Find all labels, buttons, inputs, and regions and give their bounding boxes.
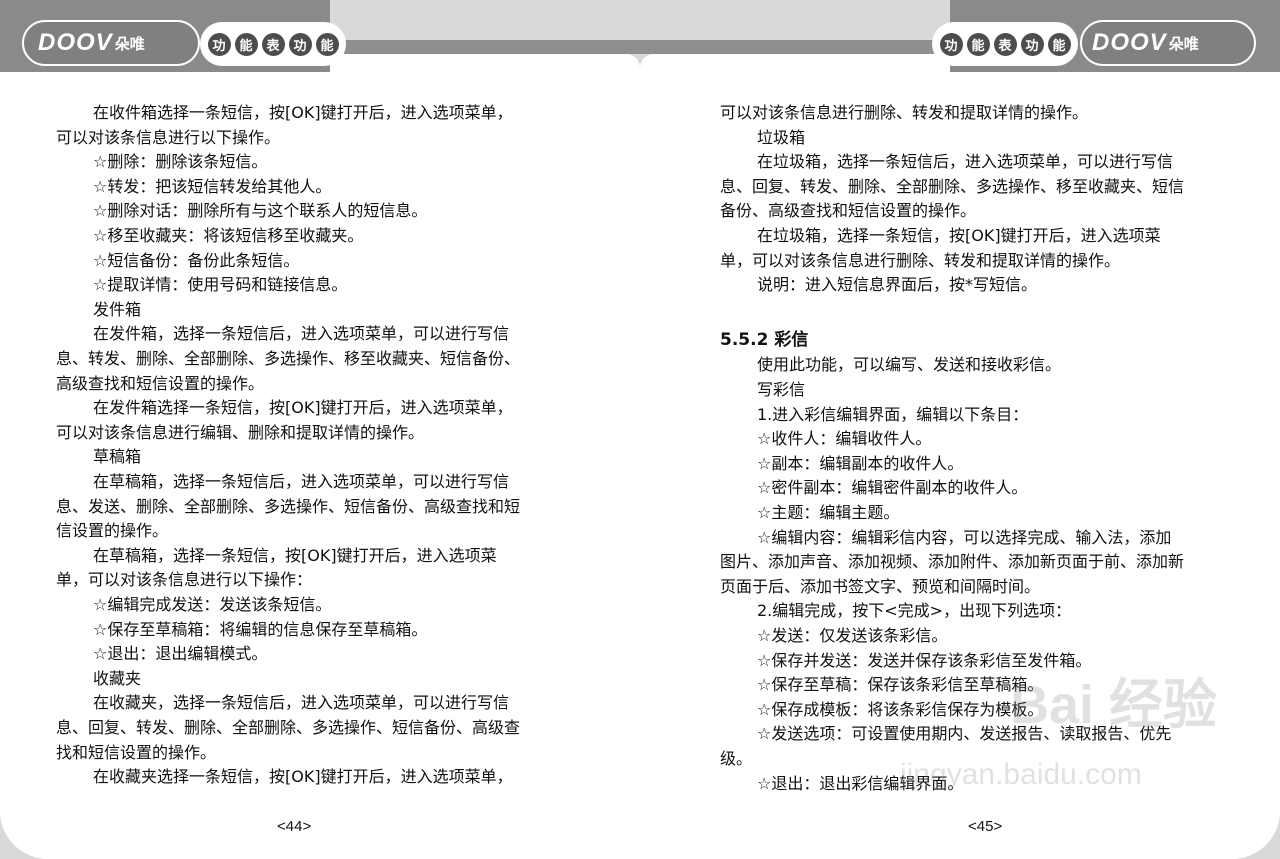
text-line: 备份、高级查找和短信设置的操作。 — [720, 201, 977, 221]
text-line: 在草稿箱，选择一条短信，按[OK]键打开后，进入选项菜 — [93, 545, 497, 565]
text-line: 可以对该条信息进行编辑、删除和提取详情的操作。 — [56, 422, 425, 442]
text-line: ☆保存至草稿箱：将编辑的信息保存至草稿箱。 — [93, 619, 428, 639]
text-line: ☆编辑内容：编辑彩信内容，可以选择完成、输入法，添加 — [757, 527, 1172, 547]
section-char: 能 — [1047, 32, 1071, 56]
text-line: ☆编辑完成发送：发送该条短信。 — [93, 595, 332, 614]
text-line: ☆删除：删除该条短信。 — [93, 152, 268, 172]
text-line: 可以对该条信息进行以下操作。 — [56, 127, 281, 147]
subheading: 发件箱 — [93, 299, 142, 319]
text-line: ☆移至收藏夹：将该短信移至收藏夹。 — [93, 226, 364, 245]
subheading: 收藏夹 — [93, 668, 142, 688]
right-page-top-edge — [640, 54, 950, 72]
text-line: 息、发送、删除、全部删除、多选操作、短信备份、高级查找和短 — [56, 496, 521, 516]
text-line: 息、转发、删除、全部删除、多选操作、移至收藏夹、短信备份、 — [56, 349, 521, 368]
text-line: 在垃圾箱，选择一条短信，按[OK]键打开后，进入选项菜 — [757, 226, 1161, 245]
text-line: ☆副本：编辑副本的收件人。 — [757, 453, 964, 473]
section-char: 表 — [261, 32, 285, 56]
doov-logo-right: DOOV 朵唯 — [1080, 20, 1256, 66]
subheading: 草稿箱 — [93, 447, 142, 467]
doov-logo-left: DOOV 朵唯 — [22, 20, 200, 66]
section-label-left: 功 能 表 功 能 — [200, 22, 346, 66]
watermark-url: jingyan.baidu.com — [900, 758, 1142, 791]
text-line: 高级查找和短信设置的操作。 — [56, 373, 265, 393]
text-line: 在发件箱选择一条短信，按[OK]键打开后，进入选项菜单， — [93, 398, 513, 418]
brand-cn: 朵唯 — [114, 34, 145, 53]
text-line: ☆密件副本：编辑密件副本的收件人。 — [757, 478, 1028, 498]
section-char: 能 — [234, 32, 258, 56]
section-char: 功 — [1020, 32, 1044, 56]
section-char: 功 — [939, 32, 963, 56]
section-char: 功 — [288, 32, 312, 56]
brand-latin: DOOV — [38, 29, 113, 56]
text-line: 单，可以对该条信息进行以下操作： — [56, 570, 313, 590]
text-line: 图片、添加声音、添加视频、添加附件、添加新页面于前、添加新 — [720, 552, 1185, 572]
text-line: 级。 — [720, 749, 753, 768]
text-line: 在收藏夹选择一条短信，按[OK]键打开后，进入选项菜单， — [93, 767, 513, 787]
text-line: ☆发送：仅发送该条彩信。 — [757, 626, 948, 645]
text-line: 使用此功能，可以编写、发送和接收彩信。 — [757, 355, 1062, 375]
text-line: 说明：进入短信息界面后，按*写短信。 — [757, 275, 1038, 295]
subheading: 写彩信 — [757, 380, 806, 399]
text-line: ☆收件人：编辑收件人。 — [757, 429, 932, 449]
text-line: 可以对该条信息进行删除、转发和提取详情的操作。 — [720, 103, 1089, 122]
text-line: 1.进入彩信编辑界面，编辑以下条目： — [757, 404, 1029, 424]
text-line: 找和短信设置的操作。 — [56, 742, 217, 762]
brand-latin: DOOV — [1092, 29, 1167, 56]
text-line: ☆退出：退出编辑模式。 — [93, 644, 268, 664]
section-char: 功 — [207, 32, 231, 56]
page-number-right: <45> — [968, 818, 1003, 835]
section-char: 表 — [993, 32, 1017, 56]
text-line: ☆保存成模板：将该条彩信保存为模板。 — [757, 699, 1044, 719]
watermark-logo: Bai 经验 — [1010, 675, 1218, 735]
section-char: 能 — [315, 32, 339, 56]
text-line: 在收件箱选择一条短信，按[OK]键打开后，进入选项菜单， — [93, 103, 513, 122]
text-line: 2.编辑完成，按下<完成>，出现下列选项： — [757, 601, 1072, 621]
text-line: 信设置的操作。 — [56, 521, 169, 541]
text-line: 在垃圾箱，选择一条短信后，进入选项菜单，可以进行写信 — [757, 152, 1174, 172]
page-number-left: <44> — [277, 818, 312, 835]
subheading: 垃圾箱 — [757, 127, 806, 147]
text-line: 页面于后、添加书签文字、预览和间隔时间。 — [720, 576, 1041, 596]
text-line: 在发件箱，选择一条短信后，进入选项菜单，可以进行写信 — [93, 324, 510, 344]
section-title: 5.5.2 彩信 — [720, 330, 809, 350]
section-char: 能 — [966, 32, 990, 56]
text-line: 在收藏夹，选择一条短信后，进入选项菜单，可以进行写信 — [93, 693, 510, 713]
text-line: ☆提取详情：使用号码和链接信息。 — [93, 275, 348, 295]
center-strip — [330, 40, 950, 54]
left-page-top-edge — [330, 54, 640, 72]
text-line: 息、回复、转发、删除、全部删除、多选操作、短信备份、高级查 — [56, 718, 521, 737]
text-line: 息、回复、转发、删除、全部删除、多选操作、移至收藏夹、短信 — [720, 176, 1185, 196]
text-line: ☆主题：编辑主题。 — [757, 503, 900, 522]
text-line: ☆短信备份：备份此条短信。 — [93, 250, 300, 270]
section-label-right: 功 能 表 功 能 — [932, 22, 1078, 66]
text-line: 单，可以对该条信息进行删除、转发和提取详情的操作。 — [720, 250, 1121, 270]
text-line: ☆删除对话：删除所有与这个联系人的短信息。 — [93, 201, 428, 221]
text-line: 在草稿箱，选择一条短信后，进入选项菜单，可以进行写信 — [93, 472, 510, 491]
left-body-text: 在收件箱选择一条短信，按[OK]键打开后，进入选项菜单， 可以对该条信息进行以下… — [56, 101, 576, 801]
text-line: ☆转发：把该短信转发给其他人。 — [93, 176, 332, 196]
text-line: ☆保存至草稿：保存该条彩信至草稿箱。 — [757, 675, 1044, 695]
brand-cn: 朵唯 — [1168, 34, 1199, 53]
